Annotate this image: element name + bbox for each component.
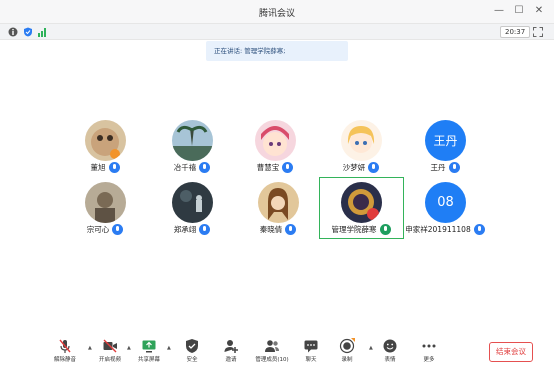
shield-icon [186, 339, 198, 353]
toolbar-label: 安全 [186, 357, 198, 363]
unmute-button[interactable]: 解除静音 [43, 335, 87, 367]
participant-tile[interactable]: 08 申家祥201911108 [400, 180, 490, 250]
meeting-timer: 20:37 [500, 26, 531, 38]
record-button[interactable]: 录制 [325, 335, 369, 367]
participant-name: 曹慧宝 [256, 163, 280, 172]
screen-share-icon [142, 340, 156, 353]
avatar [172, 182, 213, 223]
minimize-button[interactable]: — [492, 4, 506, 18]
camera-off-icon [103, 339, 117, 353]
signal-icon [38, 28, 46, 37]
toolbar-label: 管理成员(10) [255, 357, 289, 363]
participant-name: 沙梦妍 [342, 163, 366, 172]
participant-name: 管理学院薛寒 [331, 225, 377, 234]
record-icon [339, 338, 355, 354]
toolbar-label: 解除静音 [53, 357, 76, 363]
microphone-icon [112, 224, 124, 235]
microphone-icon [473, 224, 485, 235]
manage-members-button[interactable]: 管理成员(10) [250, 335, 294, 367]
toolbar-label: 邀请 [225, 357, 237, 363]
participant-tile[interactable]: 冶千禧 [147, 118, 237, 188]
participant-name: 申家祥201911108 [405, 225, 471, 234]
share-screen-button[interactable]: 共享屏幕 [127, 335, 171, 367]
chat-icon [304, 340, 318, 353]
participant-tile[interactable]: 郑承翊 [147, 180, 237, 250]
avatar [85, 120, 126, 161]
invite-icon [224, 340, 238, 353]
microphone-icon [199, 162, 211, 173]
avatar: 王丹 [425, 120, 466, 161]
status-bar: 20:37 [0, 24, 554, 40]
avatar [172, 120, 213, 161]
participant-name: 王丹 [430, 163, 446, 172]
microphone-icon [368, 162, 380, 173]
window-title: 腾讯会议 [258, 9, 295, 19]
end-meeting-button[interactable]: 结束会议 [489, 342, 533, 362]
avatar: 08 [425, 182, 466, 223]
participant-tile[interactable]: 曹慧宝 [230, 118, 320, 188]
participant-name: 秦晓倩 [259, 225, 283, 234]
microphone-icon [199, 224, 211, 235]
participant-tile[interactable]: 董旭 [60, 118, 150, 188]
reactions-button[interactable]: 表情 [368, 335, 412, 367]
participant-name: 郑承翊 [173, 225, 197, 234]
microphone-muted-icon [59, 339, 71, 353]
title-bar: 腾讯会议 — ☐ ✕ [0, 0, 554, 24]
members-icon [265, 340, 279, 352]
speaking-banner: 正在讲话: 管理学院薛寒; [206, 41, 348, 61]
meeting-toolbar: 解除静音 ▲ 开启视频 ▲ 共享屏幕 ▲ 安全 邀请 管理成员(10) 聊天 录… [0, 335, 554, 367]
security-button[interactable]: 安全 [170, 335, 214, 367]
maximize-button[interactable]: ☐ [512, 4, 526, 18]
avatar [255, 120, 296, 161]
toolbar-label: 表情 [384, 357, 396, 363]
shield-icon[interactable] [23, 27, 33, 37]
avatar [258, 182, 299, 223]
participant-tile[interactable]: 王丹 王丹 [400, 118, 490, 188]
avatar [341, 120, 382, 161]
fullscreen-icon[interactable] [533, 27, 543, 37]
participant-tile[interactable]: 宗可心 [60, 180, 150, 250]
microphone-icon [282, 162, 294, 173]
start-video-button[interactable]: 开启视频 [88, 335, 132, 367]
toolbar-label: 共享屏幕 [137, 357, 160, 363]
participant-tile[interactable]: 秦晓倩 [233, 180, 323, 250]
close-button[interactable]: ✕ [532, 4, 546, 18]
more-button[interactable]: 更多 [407, 335, 451, 367]
more-icon [422, 344, 436, 348]
microphone-icon [285, 224, 297, 235]
emoji-icon [383, 339, 397, 353]
toolbar-label: 开启视频 [98, 357, 121, 363]
avatar [341, 182, 382, 223]
participant-name: 宗可心 [86, 225, 110, 234]
toolbar-label: 录制 [341, 357, 353, 363]
participant-name: 冶千禧 [173, 163, 197, 172]
microphone-icon [448, 162, 460, 173]
participant-tile-active[interactable]: 管理学院薛寒 [316, 180, 406, 250]
info-icon[interactable] [8, 27, 18, 37]
participant-name: 董旭 [90, 163, 106, 172]
invite-button[interactable]: 邀请 [209, 335, 253, 367]
avatar [85, 182, 126, 223]
microphone-speaking-icon [379, 224, 391, 235]
microphone-icon [108, 162, 120, 173]
toolbar-label: 更多 [423, 357, 435, 363]
